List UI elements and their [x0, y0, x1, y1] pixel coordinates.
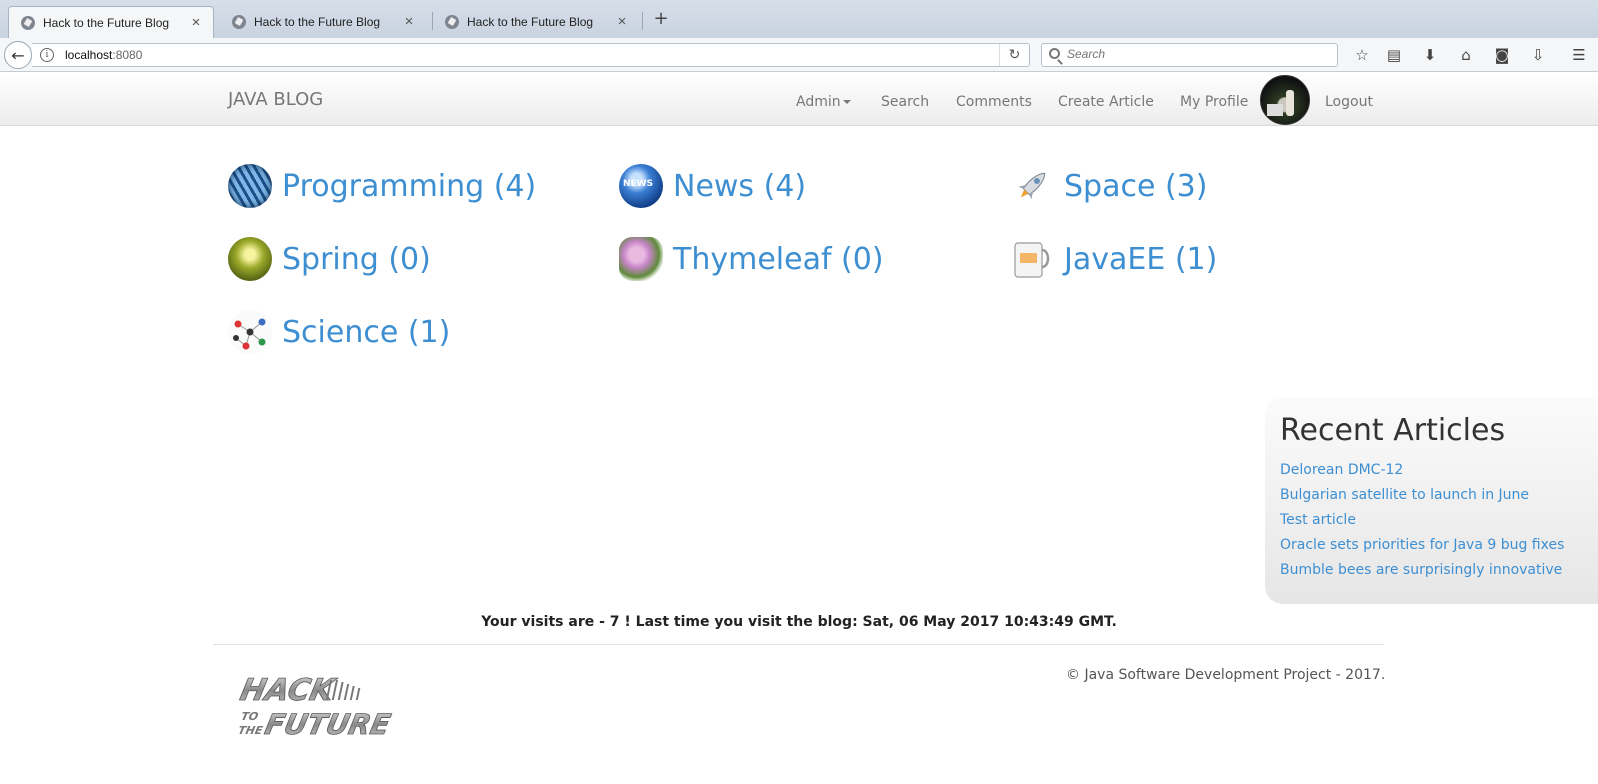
category-label[interactable]: JavaEE (1) — [1064, 242, 1217, 277]
url-port: :8080 — [112, 48, 143, 62]
svg-text:HACK: HACK — [237, 673, 339, 708]
recent-articles-title: Recent Articles — [1280, 413, 1506, 448]
browser-tab-2[interactable]: Hack to the Future Blog × — [220, 6, 426, 38]
category-programming[interactable]: Programming (4) — [228, 164, 536, 208]
nav-admin-label: Admin — [796, 94, 841, 110]
search-icon — [1049, 48, 1060, 59]
url-text[interactable]: localhost:8080 — [65, 48, 142, 62]
rocket-icon — [1010, 164, 1054, 208]
tab-title: Hack to the Future Blog — [254, 15, 381, 29]
svg-text:FUTURE: FUTURE — [262, 708, 393, 740]
nav-my-profile[interactable]: My Profile — [1180, 94, 1248, 110]
back-button[interactable]: ← — [4, 41, 32, 69]
category-label[interactable]: Programming (4) — [282, 169, 536, 204]
footer-divider — [213, 644, 1384, 645]
news-globe-icon — [619, 164, 663, 208]
bookmark-star-icon[interactable]: ☆ — [1353, 46, 1371, 64]
svg-text:THE: THE — [237, 724, 264, 737]
menu-icon[interactable]: ☰ — [1570, 46, 1588, 64]
spring-icon — [228, 237, 272, 281]
nav-comments[interactable]: Comments — [956, 94, 1032, 110]
category-label[interactable]: News (4) — [673, 169, 806, 204]
save-download-icon[interactable]: ⇩ — [1529, 46, 1547, 64]
close-tab-icon[interactable]: × — [615, 14, 629, 29]
programming-icon — [228, 164, 272, 208]
browser-search-input[interactable] — [1067, 47, 1327, 61]
browser-tab-1[interactable]: Hack to the Future Blog × — [8, 6, 214, 38]
reading-list-icon[interactable]: ▤ — [1385, 46, 1403, 64]
category-javaee[interactable]: JavaEE (1) — [1010, 237, 1217, 281]
category-thymeleaf[interactable]: Thymeleaf (0) — [619, 237, 884, 281]
copyright-text: © Java Software Development Project - 20… — [1066, 667, 1386, 683]
recent-article-link[interactable]: Test article — [1280, 508, 1598, 533]
info-icon[interactable]: i — [40, 48, 54, 62]
svg-text:TO: TO — [240, 710, 260, 723]
tab-separator — [642, 12, 643, 30]
recent-article-link[interactable]: Bumble bees are surprisingly innovative — [1280, 558, 1598, 583]
tab-title: Hack to the Future Blog — [467, 15, 594, 29]
category-label[interactable]: Space (3) — [1064, 169, 1207, 204]
pocket-icon[interactable]: ◙ — [1493, 46, 1511, 64]
nav-search[interactable]: Search — [881, 94, 929, 110]
java-mug-icon — [1010, 237, 1054, 281]
browser-toolbar: ← i localhost:8080 ↻ ☆ ▤ ⬇ ⌂ ◙ ⇩ ☰ — [0, 38, 1598, 72]
back-arrow-icon: ← — [11, 45, 25, 65]
url-host: localhost — [65, 48, 113, 62]
home-icon[interactable]: ⌂ — [1457, 46, 1475, 64]
site-favicon-icon — [232, 15, 246, 29]
site-favicon-icon — [21, 15, 35, 30]
category-news[interactable]: News (4) — [619, 164, 806, 208]
site-navbar: JAVA BLOG Admin Search Comments Create A… — [0, 73, 1598, 126]
category-label[interactable]: Spring (0) — [282, 242, 431, 277]
recent-article-link[interactable]: Oracle sets priorities for Java 9 bug fi… — [1280, 533, 1598, 558]
category-label[interactable]: Thymeleaf (0) — [673, 242, 884, 277]
nav-admin-dropdown[interactable]: Admin — [796, 94, 851, 110]
browser-search-box[interactable] — [1041, 43, 1338, 67]
nav-logout[interactable]: Logout — [1325, 94, 1373, 110]
category-science[interactable]: Science (1) — [228, 310, 450, 354]
caret-down-icon — [842, 100, 851, 104]
molecule-icon — [228, 310, 272, 354]
category-label[interactable]: Science (1) — [282, 315, 450, 350]
url-bar[interactable]: i localhost:8080 ↻ — [32, 43, 1030, 67]
recent-articles-panel: Recent Articles Delorean DMC-12 Bulgaria… — [1265, 397, 1598, 604]
site-favicon-icon — [445, 15, 459, 29]
reload-icon[interactable]: ↻ — [999, 44, 1029, 66]
close-tab-icon[interactable]: × — [402, 14, 416, 29]
nav-create-article[interactable]: Create Article — [1058, 94, 1154, 110]
browser-tab-3[interactable]: Hack to the Future Blog × — [433, 6, 639, 38]
tab-title: Hack to the Future Blog — [43, 15, 170, 30]
thymeleaf-icon — [619, 237, 663, 281]
close-tab-icon[interactable]: × — [189, 15, 203, 30]
avatar[interactable] — [1260, 75, 1310, 125]
downloads-icon[interactable]: ⬇ — [1421, 46, 1439, 64]
browser-tab-bar: Hack to the Future Blog × Hack to the Fu… — [0, 0, 1598, 38]
category-spring[interactable]: Spring (0) — [228, 237, 431, 281]
visits-counter: Your visits are - 7 ! Last time you visi… — [481, 614, 1117, 630]
new-tab-button[interactable]: + — [650, 8, 672, 30]
recent-article-link[interactable]: Bulgarian satellite to launch in June — [1280, 483, 1598, 508]
recent-article-link[interactable]: Delorean DMC-12 — [1280, 458, 1598, 483]
brand-link[interactable]: JAVA BLOG — [228, 89, 323, 110]
category-space[interactable]: Space (3) — [1010, 164, 1207, 208]
hack-to-the-future-logo: HACK TO THE FUTURE — [234, 666, 404, 741]
